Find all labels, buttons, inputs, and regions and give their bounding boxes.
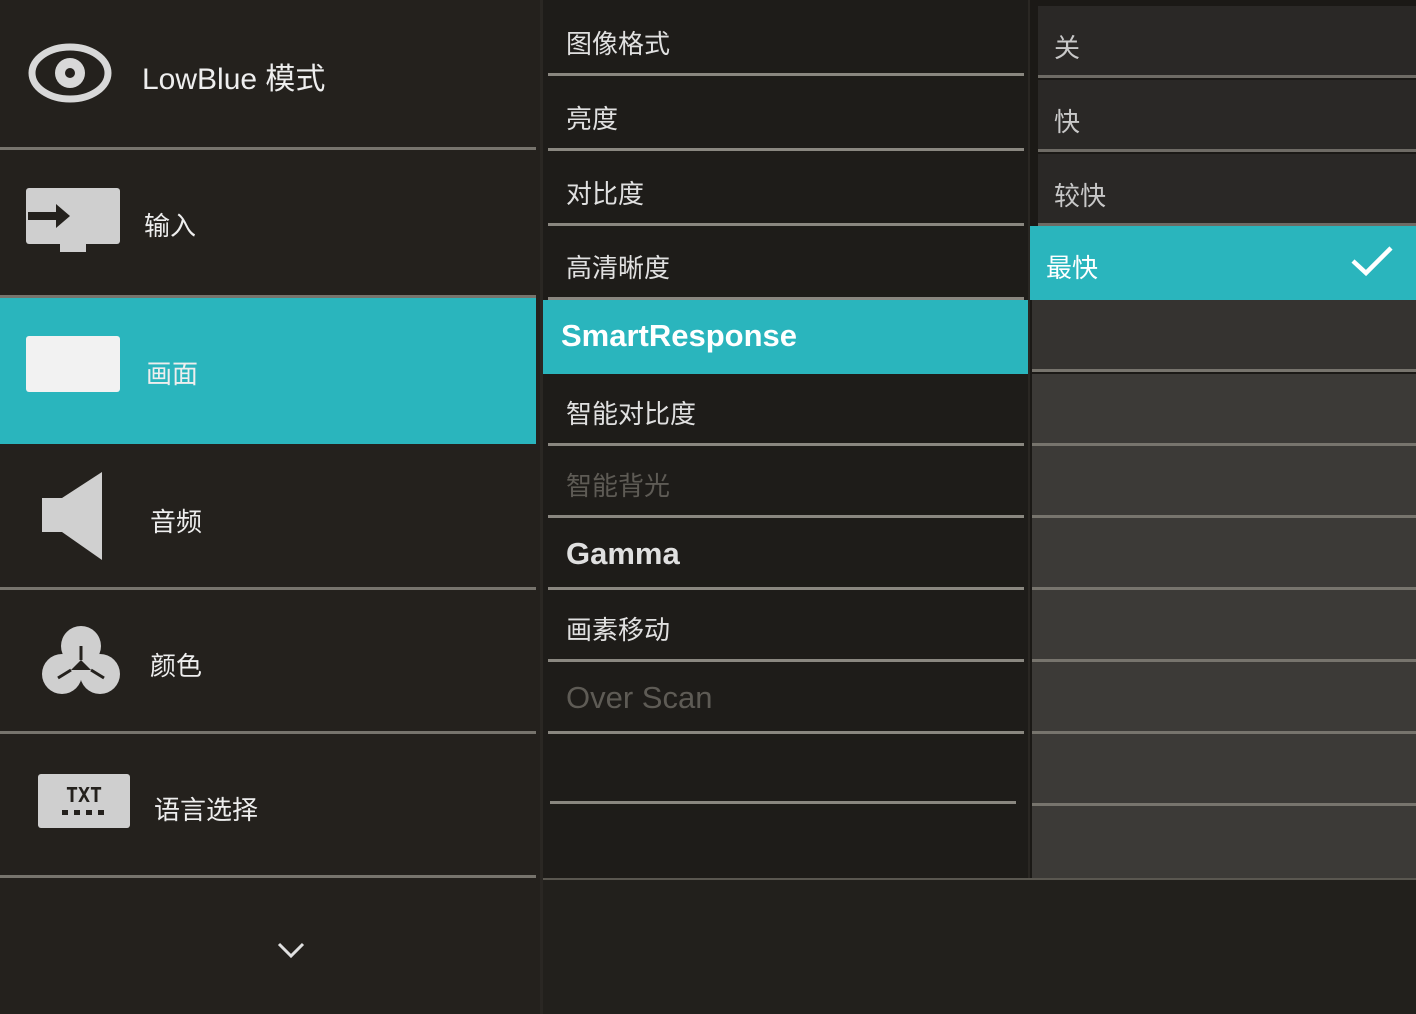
option-off[interactable]: 关 <box>1038 6 1416 78</box>
option-empty-row <box>1032 518 1416 590</box>
checkmark-icon <box>1350 244 1394 282</box>
option-empty-row <box>1032 662 1416 734</box>
option-empty-row <box>1032 806 1416 878</box>
submenu-item-gamma[interactable]: Gamma <box>548 518 1024 590</box>
option-empty-row <box>1032 300 1416 372</box>
submenu-label: SmartResponse <box>561 318 798 353</box>
audio-label: 音频 <box>150 508 203 538</box>
submenu-label: 对比度 <box>566 180 645 210</box>
picture-screen-icon <box>26 336 122 398</box>
svg-text:TXT: TXT <box>66 783 102 807</box>
submenu-label: 高清晰度 <box>566 254 671 284</box>
option-fastest[interactable]: 最快 <box>1030 226 1416 300</box>
submenu-label: Over Scan <box>566 680 713 715</box>
menu-item-language[interactable]: TXT 语言选择 <box>0 734 536 878</box>
submenu-item-brightness[interactable]: 亮度 <box>548 79 1024 151</box>
option-empty-row <box>1032 374 1416 446</box>
submenu-label: 亮度 <box>566 105 619 135</box>
submenu-label: 智能背光 <box>566 472 671 502</box>
menu-item-picture[interactable]: 画面 <box>0 298 536 444</box>
txt-language-icon: TXT <box>38 774 130 832</box>
option-label: 关 <box>1054 34 1081 64</box>
option-label: 快 <box>1054 108 1081 138</box>
osd-menu: LowBlue 模式 输入 画面 音频 颜色 TXT 语言选择 图像格式 亮度 … <box>0 0 1416 1014</box>
bottom-panel <box>543 878 1416 1014</box>
option-empty-row <box>1032 446 1416 518</box>
speaker-icon <box>40 472 104 564</box>
menu-item-lowblue[interactable]: LowBlue 模式 <box>0 0 536 150</box>
picture-label: 画面 <box>146 360 199 390</box>
menu-item-input[interactable]: 输入 <box>0 150 536 298</box>
submenu-item-contrast[interactable]: 对比度 <box>548 154 1024 226</box>
color-label: 颜色 <box>150 652 203 682</box>
option-fast[interactable]: 快 <box>1038 80 1416 152</box>
chevron-down-icon[interactable] <box>276 940 306 964</box>
submenu-label: Gamma <box>566 536 680 571</box>
submenu-item-smartresponse[interactable]: SmartResponse <box>543 300 1028 374</box>
menu-item-color[interactable]: 颜色 <box>0 590 536 734</box>
option-empty-row <box>1032 734 1416 806</box>
submenu-empty-row <box>550 734 1016 804</box>
submenu-label: 智能对比度 <box>566 400 697 430</box>
submenu-item-sharpness[interactable]: 高清晰度 <box>548 228 1024 300</box>
main-menu-column: LowBlue 模式 输入 画面 音频 颜色 TXT 语言选择 <box>0 0 540 1014</box>
lowblue-label: LowBlue 模式 <box>142 63 326 96</box>
submenu-empty-row <box>550 806 1016 876</box>
submenu-item-smart-backlight: 智能背光 <box>548 446 1024 518</box>
eye-icon <box>28 42 112 108</box>
input-monitor-icon <box>26 188 122 260</box>
submenu-item-picture-format[interactable]: 图像格式 <box>548 4 1024 76</box>
color-circles-icon <box>40 624 122 700</box>
option-faster[interactable]: 较快 <box>1038 154 1416 226</box>
input-label: 输入 <box>144 212 197 242</box>
submenu-item-pixel-orbiting[interactable]: 画素移动 <box>548 590 1024 662</box>
language-label: 语言选择 <box>154 796 259 826</box>
submenu-label: 图像格式 <box>566 30 671 60</box>
submenu-label: 画素移动 <box>566 616 671 646</box>
option-label: 较快 <box>1054 182 1107 212</box>
menu-item-audio[interactable]: 音频 <box>0 444 536 590</box>
option-label: 最快 <box>1046 254 1099 284</box>
option-empty-row <box>1032 590 1416 662</box>
submenu-item-smart-contrast[interactable]: 智能对比度 <box>548 374 1024 446</box>
submenu-item-overscan: Over Scan <box>548 662 1024 734</box>
